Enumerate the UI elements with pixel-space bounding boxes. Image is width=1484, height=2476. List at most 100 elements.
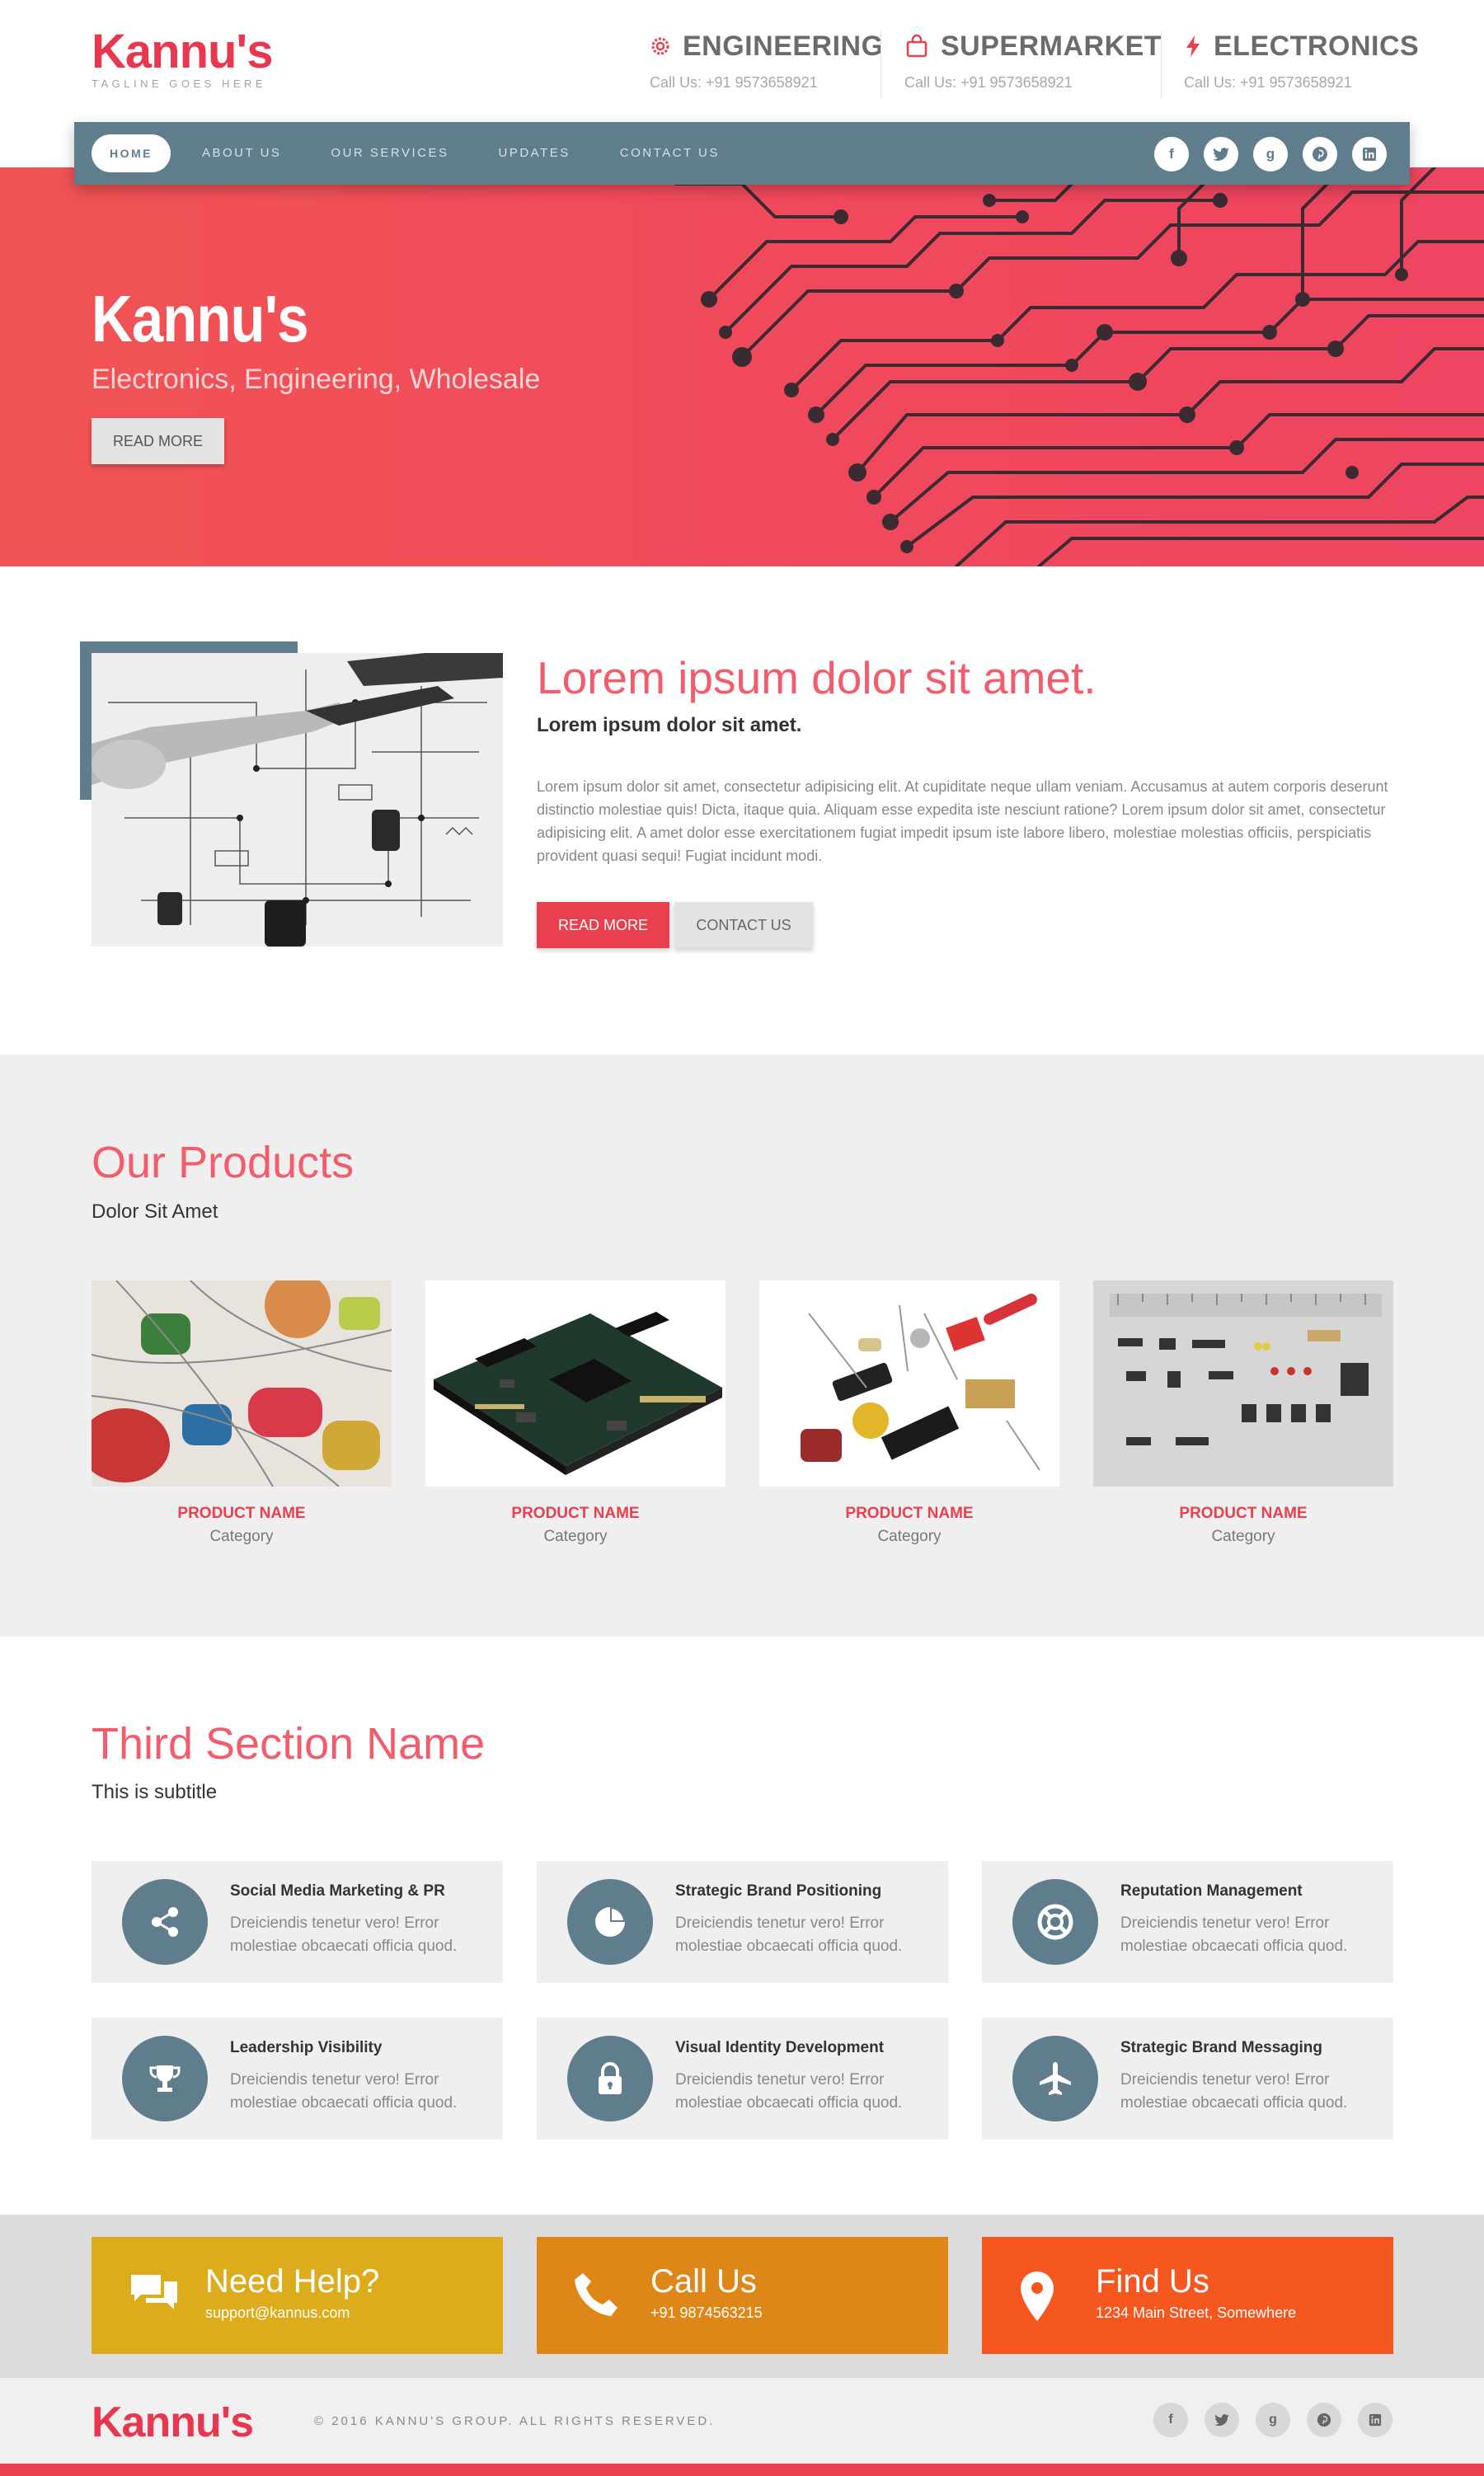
product-name: PRODUCT NAME <box>511 1505 640 1522</box>
gear-icon <box>651 37 669 55</box>
header-phone: Call Us: +91 9573658921 <box>650 74 818 91</box>
service-card[interactable]: Social Media Marketing & PR Dreiciendis … <box>92 1861 503 1983</box>
contact-detail: +91 9874563215 <box>650 2305 763 2321</box>
product-image <box>92 1280 392 1487</box>
contact-title: Find Us <box>1096 2263 1209 2300</box>
linkedin-icon[interactable] <box>1358 2403 1392 2437</box>
header-title: ELECTRONICS <box>1214 31 1420 62</box>
header-phone: Call Us: +91 9573658921 <box>904 74 1073 91</box>
service-card[interactable]: Reputation Management Dreiciendis tenetu… <box>982 1861 1393 1983</box>
about-subheading: Lorem ipsum dolor sit amet. <box>537 714 802 736</box>
service-description: Dreiciendis tenetur vero! Error molestia… <box>1120 2071 1348 2112</box>
nav-item-updates[interactable]: UPDATES <box>474 134 595 172</box>
product-image <box>759 1280 1059 1487</box>
product-name: PRODUCT NAME <box>1179 1505 1308 1522</box>
nav-item-home[interactable]: HOME <box>92 134 171 172</box>
lock-icon <box>567 2036 653 2121</box>
product-category: Category <box>877 1528 942 1545</box>
about-contact-us-button[interactable]: CONTACT US <box>674 902 813 948</box>
pinterest-icon[interactable] <box>1303 137 1337 171</box>
services-title: Third Section Name <box>92 1719 486 1769</box>
service-description: Dreiciendis tenetur vero! Error molestia… <box>230 1915 458 1955</box>
product-card[interactable]: PRODUCT NAME Category <box>759 1280 1059 1546</box>
products-section: Our Products Dolor Sit Amet PRODUCT NAME… <box>0 1055 1484 1637</box>
products-title: Our Products <box>92 1138 355 1187</box>
call-us-box[interactable]: Call Us +91 9874563215 <box>537 2237 948 2354</box>
header-title: ENGINEERING <box>683 31 884 62</box>
services-subtitle: This is subtitle <box>92 1781 218 1803</box>
phone-icon <box>573 2270 621 2322</box>
bottom-accent-bar <box>0 2464 1484 2476</box>
pie-chart-icon <box>567 1879 653 1965</box>
contact-detail: 1234 Main Street, Somewhere <box>1096 2305 1297 2321</box>
header-electronics: ELECTRONICS Call Us: +91 9573658921 <box>1184 30 1419 96</box>
airplane-icon <box>1012 2036 1098 2121</box>
map-pin-icon <box>1018 2270 1056 2327</box>
linkedin-icon[interactable] <box>1352 137 1387 171</box>
find-us-box[interactable]: Find Us 1234 Main Street, Somewhere <box>982 2237 1393 2354</box>
google-plus-icon[interactable]: g <box>1253 137 1288 171</box>
facebook-icon[interactable]: f <box>1153 2403 1188 2437</box>
service-description: Dreiciendis tenetur vero! Error molestia… <box>230 2071 458 2112</box>
site-footer: Kannu's © 2016 KANNU'S GROUP. ALL RIGHTS… <box>0 2378 1484 2464</box>
site-header: Kannu's TAGLINE GOES HERE ENGINEERING Ca… <box>0 0 1484 122</box>
pinterest-icon[interactable] <box>1307 2403 1341 2437</box>
lifebuoy-icon <box>1012 1879 1098 1965</box>
circuit-board-graphic <box>674 167 1484 566</box>
product-name: PRODUCT NAME <box>177 1505 306 1522</box>
product-card[interactable]: PRODUCT NAME Category <box>1093 1280 1393 1546</box>
service-card[interactable]: Strategic Brand Messaging Dreiciendis te… <box>982 2018 1393 2140</box>
service-title: Reputation Management <box>1120 1882 1303 1900</box>
header-supermarket: SUPERMARKET Call Us: +91 9573658921 <box>904 30 1162 96</box>
contact-title: Call Us <box>650 2263 757 2300</box>
brand-logo[interactable]: Kannu's TAGLINE GOES HERE <box>92 28 273 91</box>
circuit-schematic-photo <box>92 653 503 947</box>
product-image <box>1093 1280 1393 1487</box>
copyright-text: © 2016 KANNU'S GROUP. ALL RIGHTS RESERVE… <box>314 2414 716 2428</box>
contact-title: Need Help? <box>205 2263 380 2300</box>
contact-detail: support@kannus.com <box>205 2305 350 2321</box>
product-card[interactable]: PRODUCT NAME Category <box>92 1280 392 1546</box>
facebook-icon[interactable]: f <box>1154 137 1189 171</box>
about-read-more-button[interactable]: READ MORE <box>537 902 669 948</box>
about-body-text: Lorem ipsum dolor sit amet, consectetur … <box>537 778 1388 864</box>
product-category: Category <box>209 1528 274 1545</box>
service-title: Social Media Marketing & PR <box>230 1882 445 1900</box>
header-title: SUPERMARKET <box>941 31 1162 62</box>
service-title: Visual Identity Development <box>675 2039 885 2056</box>
service-card[interactable]: Visual Identity Development Dreiciendis … <box>537 2018 948 2140</box>
about-heading: Lorem ipsum dolor sit amet. <box>537 652 1097 703</box>
trophy-icon <box>122 2036 208 2121</box>
hero-read-more-button[interactable]: READ MORE <box>92 418 224 464</box>
product-name: PRODUCT NAME <box>845 1505 974 1522</box>
product-image <box>425 1280 726 1487</box>
nav-item-our-services[interactable]: OUR SERVICES <box>306 134 473 172</box>
product-category: Category <box>543 1528 608 1545</box>
nav-item-about-us[interactable]: ABOUT US <box>177 134 306 172</box>
footer-logo[interactable]: Kannu's <box>92 2398 254 2447</box>
need-help-box[interactable]: Need Help? support@kannus.com <box>92 2237 503 2354</box>
service-description: Dreiciendis tenetur vero! Error molestia… <box>1120 1915 1348 1955</box>
twitter-icon[interactable] <box>1205 2403 1239 2437</box>
main-navigation: HOME ABOUT US OUR SERVICES UPDATES CONTA… <box>74 122 1410 185</box>
google-plus-icon[interactable]: g <box>1256 2403 1290 2437</box>
products-subtitle: Dolor Sit Amet <box>92 1200 218 1223</box>
service-card[interactable]: Leadership Visibility Dreiciendis tenetu… <box>92 2018 503 2140</box>
tagline: TAGLINE GOES HERE <box>92 78 267 90</box>
service-card[interactable]: Strategic Brand Positioning Dreiciendis … <box>537 1861 948 1983</box>
hero-title: Kannu's <box>92 282 308 355</box>
hero-subtitle: Electronics, Engineering, Wholesale <box>92 364 541 395</box>
header-divider <box>1161 31 1162 99</box>
nav-item-contact-us[interactable]: CONTACT US <box>595 134 744 172</box>
product-category: Category <box>1211 1528 1275 1545</box>
service-description: Dreiciendis tenetur vero! Error molestia… <box>675 1915 903 1955</box>
service-description: Dreiciendis tenetur vero! Error molestia… <box>675 2071 903 2112</box>
shopping-bag-icon <box>906 34 928 58</box>
header-phone: Call Us: +91 9573658921 <box>1184 74 1352 91</box>
product-card[interactable]: PRODUCT NAME Category <box>425 1280 726 1546</box>
service-title: Strategic Brand Messaging <box>1120 2039 1322 2056</box>
twitter-icon[interactable] <box>1204 137 1238 171</box>
share-icon <box>122 1879 208 1965</box>
service-title: Strategic Brand Positioning <box>675 1882 882 1900</box>
service-title: Leadership Visibility <box>230 2039 383 2056</box>
